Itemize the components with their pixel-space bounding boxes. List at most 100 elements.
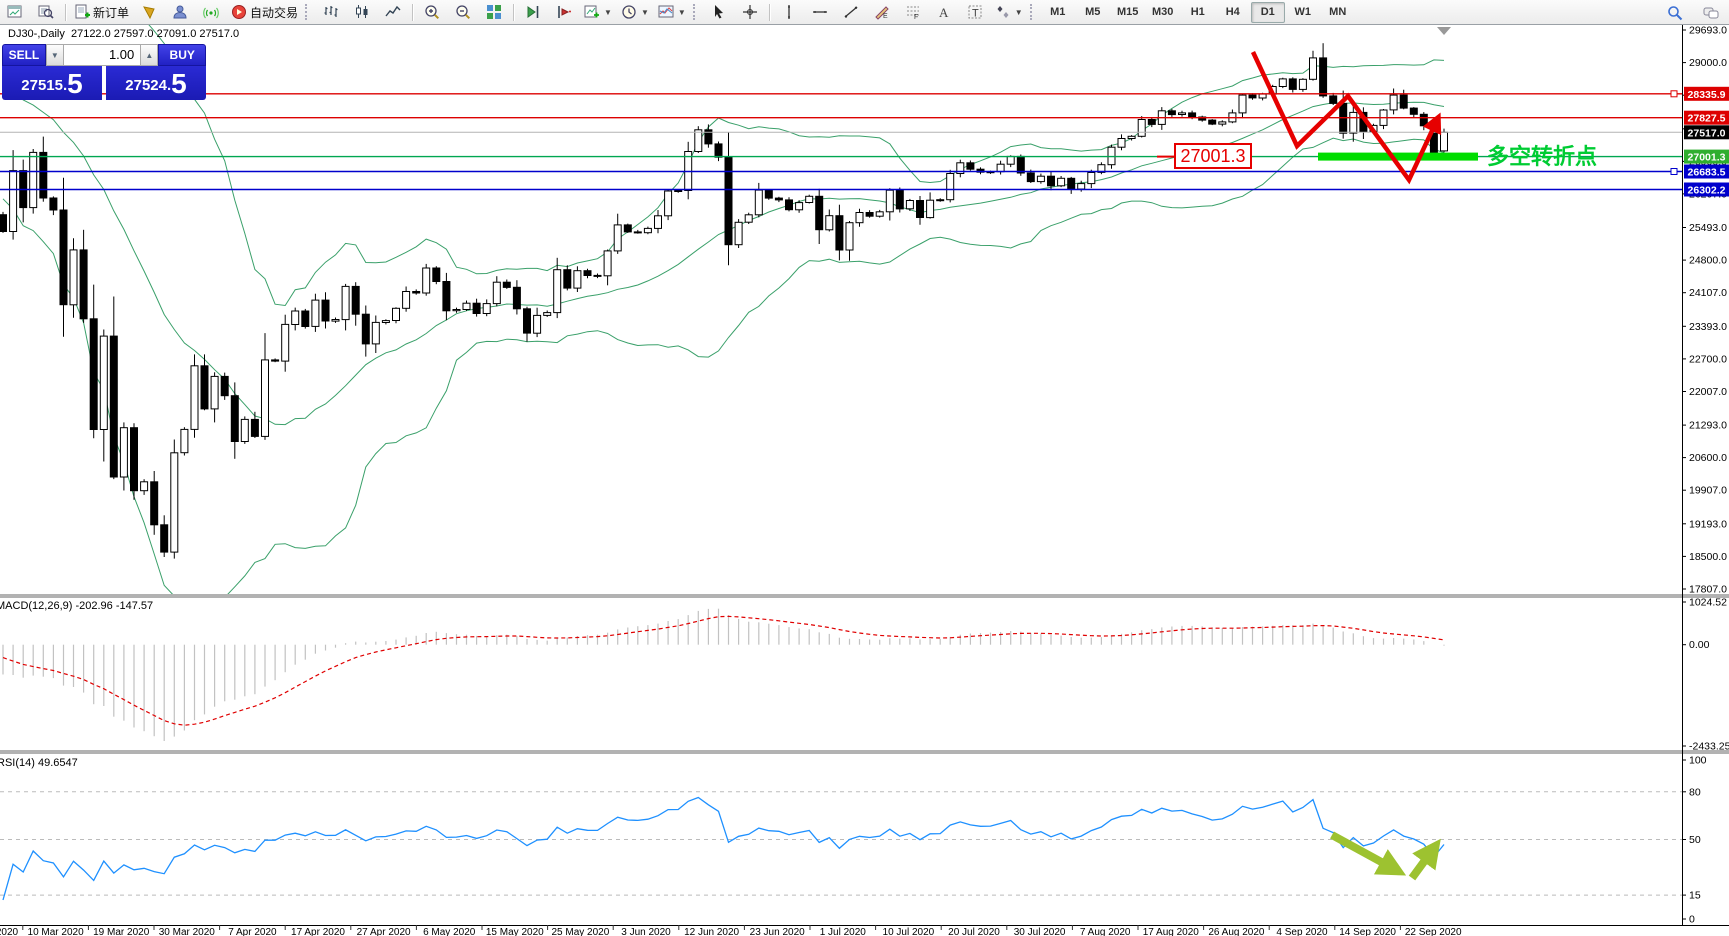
search-icon[interactable] [1660, 2, 1690, 24]
svg-text:18500.0: 18500.0 [1689, 551, 1727, 563]
timeframe-button-h4[interactable]: H4 [1216, 2, 1250, 23]
svg-text:1024.52: 1024.52 [1689, 597, 1727, 609]
svg-text:25 May 2020: 25 May 2020 [551, 927, 609, 936]
timeframe-button-m1[interactable]: M1 [1041, 2, 1075, 23]
timeframe-button-d1[interactable]: D1 [1251, 2, 1285, 23]
trend-line-button[interactable] [836, 1, 866, 23]
svg-text:12 Jun 2020: 12 Jun 2020 [684, 927, 739, 936]
volume-input[interactable]: 1.00 [64, 44, 140, 66]
timeframe-button-m30[interactable]: M30 [1146, 2, 1180, 23]
crosshair-button[interactable] [735, 1, 765, 23]
new-order-button[interactable]: 新订单 [70, 1, 133, 23]
timeframe-button-h1[interactable]: H1 [1181, 2, 1215, 23]
svg-text:20600.0: 20600.0 [1689, 452, 1727, 464]
cursor-button[interactable] [704, 1, 734, 23]
horizontal-line-button[interactable] [805, 1, 835, 23]
line-chart-button[interactable] [378, 1, 408, 23]
svg-text:27517.0: 27517.0 [1688, 127, 1726, 139]
market-watch-icon[interactable] [134, 1, 164, 23]
macd-label: MACD(12,26,9) -202.96 -147.57 [0, 600, 153, 612]
vertical-line-button[interactable] [774, 1, 804, 23]
auto-scroll-button[interactable] [518, 1, 548, 23]
signals-icon[interactable] [196, 1, 226, 23]
annotation-label[interactable]: 多空转折点 [1487, 144, 1597, 169]
horizontal-line-28335.9[interactable] [0, 91, 1682, 97]
rsi-line [3, 798, 1444, 901]
volume-decrease-button[interactable]: ▼ [46, 44, 64, 66]
svg-text:25493.0: 25493.0 [1689, 222, 1727, 234]
chat-icon[interactable] [1696, 2, 1726, 24]
price-callout[interactable]: 27001.3 [1157, 144, 1251, 168]
chart-title: DJ30-,Daily 27122.0 27597.0 27091.0 2751… [8, 28, 239, 40]
svg-text:17 Aug 2020: 17 Aug 2020 [1143, 927, 1200, 936]
svg-text:A: A [939, 5, 949, 20]
svg-text:7 Aug 2020: 7 Aug 2020 [1080, 927, 1131, 936]
svg-text:26 Aug 2020: 26 Aug 2020 [1208, 927, 1265, 936]
buy-button[interactable]: BUY [158, 44, 206, 66]
timeframe-button-m15[interactable]: M15 [1111, 2, 1145, 23]
data-window-icon[interactable] [31, 1, 61, 23]
equidistant-channel-button[interactable]: E [867, 1, 897, 23]
toolbar-grip[interactable] [305, 4, 311, 20]
svg-text:29693.0: 29693.0 [1689, 25, 1727, 37]
svg-text:30 Mar 2020: 30 Mar 2020 [159, 927, 216, 936]
chart-canvas[interactable]: 27001.3 多空转折点 MACD(12,26,9) -202.96 -147.5… [0, 0, 1729, 936]
svg-text:10 Mar 2020: 10 Mar 2020 [28, 927, 85, 936]
rsi-arrow-up-annotation[interactable] [1412, 848, 1434, 878]
chart-shift-button[interactable] [549, 1, 579, 23]
svg-text:14 Sep 2020: 14 Sep 2020 [1339, 927, 1396, 936]
candlestick-chart-button[interactable] [347, 1, 377, 23]
svg-text:28335.9: 28335.9 [1688, 89, 1726, 101]
svg-text:19193.0: 19193.0 [1689, 518, 1727, 530]
svg-text:24107.0: 24107.0 [1689, 287, 1727, 299]
timeframe-button-m5[interactable]: M5 [1076, 2, 1110, 23]
bar-chart-button[interactable] [316, 1, 346, 23]
rsi-arrow-down-annotation[interactable] [1332, 835, 1396, 870]
trend-bar-annotation[interactable] [1318, 153, 1478, 161]
svg-text:21293.0: 21293.0 [1689, 420, 1727, 432]
chart-window-icon[interactable] [0, 1, 30, 23]
svg-text:7 Apr 2020: 7 Apr 2020 [228, 927, 277, 936]
trade-panel: SELL ▼ 1.00 ▲ BUY 27515.5 27524.5 [2, 44, 206, 100]
text-button[interactable]: A [929, 1, 959, 23]
svg-text:19907.0: 19907.0 [1689, 485, 1727, 497]
buy-price-button[interactable]: 27524.5 [106, 66, 206, 100]
templates-button[interactable]: ▼ [654, 1, 690, 23]
svg-text:50: 50 [1689, 834, 1701, 846]
bollinger-bands [3, 0, 1444, 606]
buy-price-pips: 5 [171, 70, 187, 98]
svg-text:23393.0: 23393.0 [1689, 321, 1727, 333]
zoom-in-button[interactable] [417, 1, 447, 23]
arrows-button[interactable]: ▼ [991, 1, 1027, 23]
svg-text:22700.0: 22700.0 [1689, 353, 1727, 365]
svg-text:23 Jun 2020: 23 Jun 2020 [750, 927, 805, 936]
sell-price-button[interactable]: 27515.5 [2, 66, 102, 100]
toolbar-grip[interactable] [1030, 4, 1036, 20]
timeframe-button-mn[interactable]: MN [1321, 2, 1355, 23]
text-label-button[interactable]: T [960, 1, 990, 23]
svg-text:20 Jul 2020: 20 Jul 2020 [948, 927, 1000, 936]
fibonacci-button[interactable]: F [898, 1, 928, 23]
svg-text:1 Jul 2020: 1 Jul 2020 [820, 927, 867, 936]
svg-text:27001.3: 27001.3 [1688, 152, 1726, 164]
indicators-button[interactable]: ▼ [580, 1, 616, 23]
macd-histogram [3, 609, 1444, 741]
toolbar-separator [412, 4, 413, 21]
svg-text:30 Jul 2020: 30 Jul 2020 [1014, 927, 1066, 936]
timeframe-button-w1[interactable]: W1 [1286, 2, 1320, 23]
svg-text:F: F [914, 14, 918, 20]
svg-text:10 Jul 2020: 10 Jul 2020 [883, 927, 935, 936]
toolbar-grip[interactable] [693, 4, 699, 20]
accounts-icon[interactable] [165, 1, 195, 23]
sell-button[interactable]: SELL [2, 44, 46, 66]
toolbar-separator [769, 4, 770, 21]
tile-windows-button[interactable] [479, 1, 509, 23]
horizontal-line-26683.5[interactable] [0, 169, 1682, 175]
volume-increase-button[interactable]: ▲ [140, 44, 158, 66]
periods-button[interactable]: ▼ [617, 1, 653, 23]
zoom-out-button[interactable] [448, 1, 478, 23]
autotrade-button[interactable]: 自动交易 [227, 1, 302, 23]
svg-text:-2433.25: -2433.25 [1689, 741, 1729, 753]
toolbar-separator [513, 4, 514, 21]
date-axis: 28 Feb 202010 Mar 202019 Mar 202030 Mar … [0, 925, 1462, 936]
